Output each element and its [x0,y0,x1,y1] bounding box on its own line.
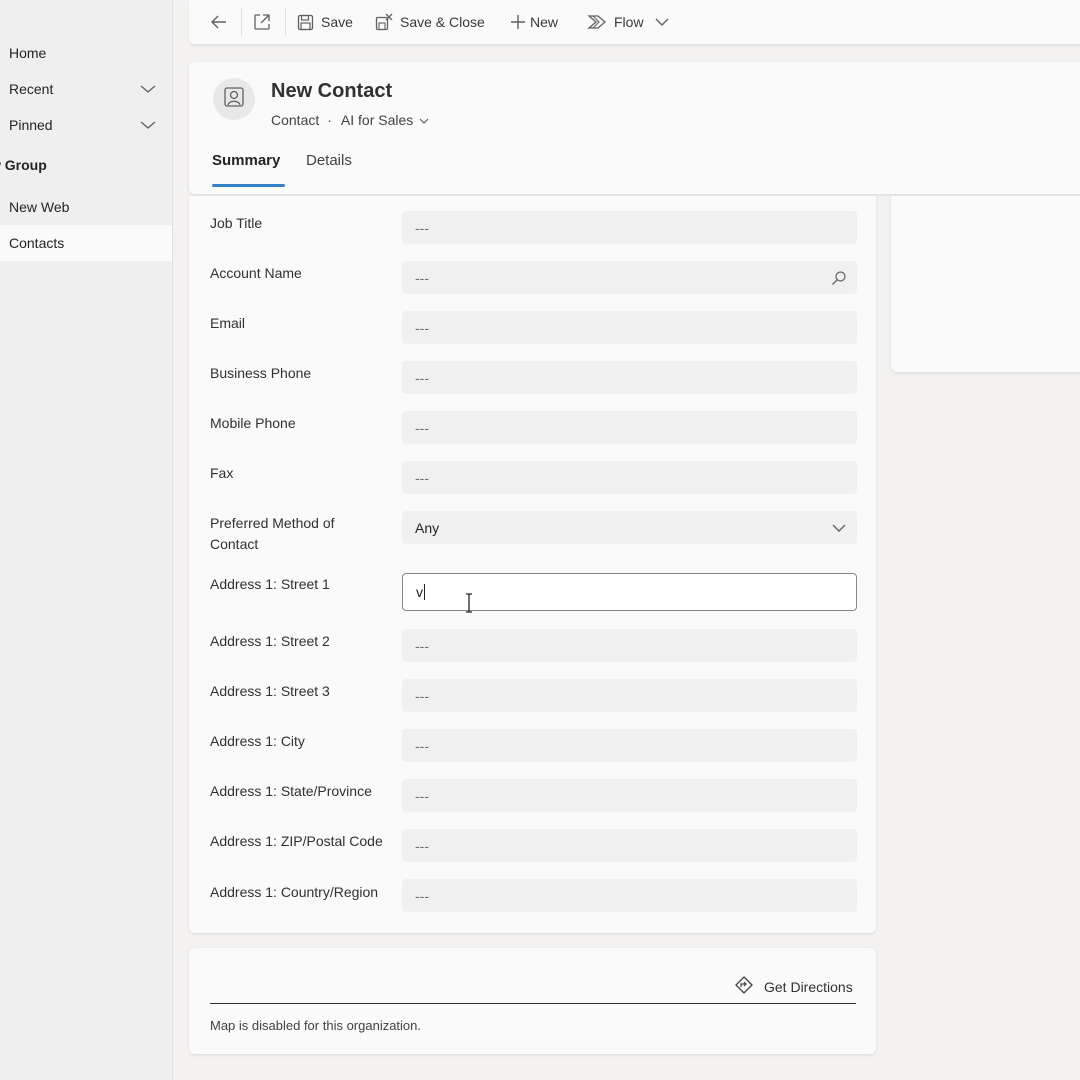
field-label-state: Address 1: State/Province [210,783,372,799]
back-button[interactable] [209,0,229,44]
record-header: New Contact Contact · AI for Sales Summa… [189,62,1080,194]
street-1-value: v [416,584,423,600]
map-disabled-message: Map is disabled for this organization. [210,1018,422,1033]
street-3-input[interactable]: --- [402,679,857,712]
nav-pinned[interactable]: Pinned [0,107,172,143]
toolbar-divider [241,8,242,36]
nav-home[interactable]: Home [0,35,172,71]
field-label-street-1: Address 1: Street 1 [210,576,330,592]
save-and-close-button[interactable]: Save & Close [375,0,485,44]
sidebar-item-label: Contacts [9,235,65,251]
nav-home-label: Home [9,45,47,61]
preferred-method-value: Any [415,519,440,536]
chevron-down-icon [831,521,847,538]
field-label-preferred-method: Preferred Method of Contact [210,515,335,552]
field-label-city: Address 1: City [210,733,305,749]
record-subtitle: Contact · AI for Sales [271,112,429,128]
chevron-down-icon[interactable] [138,117,158,136]
business-phone-field[interactable]: --- [402,361,857,394]
text-caret [424,584,425,600]
flow-dropdown-button[interactable] [654,0,670,44]
email-field[interactable]: --- [402,311,857,344]
sidebar: Home Recent Pinned w Group New Web Conta… [0,0,173,1080]
contact-form-section: Job Title --- Account Name --- Email ---… [189,196,876,933]
country-input[interactable]: --- [402,879,857,912]
street-2-input[interactable]: --- [402,629,857,662]
chevron-down-icon [654,15,670,29]
field-label-street-2: Address 1: Street 2 [210,633,330,649]
get-directions-label: Get Directions [764,978,853,995]
entity-name: Contact [271,112,320,128]
save-icon [297,14,314,31]
separator-dot: · [327,112,332,128]
form-selector-label: AI for Sales [340,112,414,128]
sidebar-item-label: New Web [9,199,70,215]
nav-group-heading: w Group [0,157,47,173]
field-label-fax: Fax [210,465,234,481]
zip-input[interactable]: --- [402,829,857,862]
toolbar-divider [285,8,286,36]
contact-card-icon [223,86,245,113]
flow-icon [587,13,607,31]
nav-pinned-label: Pinned [9,117,53,133]
open-in-new-window-button[interactable] [253,0,271,44]
field-label-email: Email [210,315,246,331]
chevron-down-icon[interactable] [138,81,158,100]
new-label: New [530,14,559,30]
street-1-input[interactable]: v [402,573,857,613]
nav-recent-label: Recent [9,81,54,97]
tab-details[interactable]: Details [306,152,352,169]
field-label-account-name: Account Name [210,265,302,281]
fax-field[interactable]: --- [402,461,857,494]
map-section: Get Directions Map is disabled for this … [189,948,876,1054]
contact-avatar [213,78,255,120]
state-input[interactable]: --- [402,779,857,812]
city-input[interactable]: --- [402,729,857,762]
field-label-zip: Address 1: ZIP/Postal Code [210,833,383,849]
mobile-phone-field[interactable]: --- [402,411,857,444]
text-cursor-icon [464,593,474,616]
field-label-country: Address 1: Country/Region [210,884,379,900]
field-label-business-phone: Business Phone [210,365,312,381]
popout-icon [253,13,271,31]
form-selector[interactable]: AI for Sales [341,112,429,128]
new-button[interactable]: New [509,0,558,44]
sidebar-item-new-web[interactable]: New Web [0,189,172,225]
job-title-input[interactable]: --- [402,211,857,244]
command-bar: Save Save & Close New Flow [189,0,1080,45]
save-button[interactable]: Save [297,0,353,44]
plus-icon [509,13,527,31]
flow-button[interactable]: Flow [587,0,644,44]
chevron-down-icon [419,112,429,128]
preferred-method-select[interactable]: Any [402,511,857,544]
save-close-label: Save & Close [400,14,485,30]
field-label-mobile-phone: Mobile Phone [210,415,296,431]
arrow-left-icon [209,12,229,32]
nav-recent[interactable]: Recent [0,71,172,107]
save-close-icon [375,13,393,31]
get-directions-button[interactable]: Get Directions [735,976,853,997]
flow-label: Flow [614,14,644,30]
search-icon[interactable] [831,270,847,289]
account-name-value: --- [415,269,429,286]
directions-icon [735,976,753,997]
side-panel-card [891,196,1080,372]
map-divider [210,1003,856,1004]
field-label-street-3: Address 1: Street 3 [210,683,330,699]
save-label: Save [321,14,353,30]
field-label-job-title: Job Title [210,215,263,231]
tab-summary[interactable]: Summary [212,152,280,169]
selected-tab-indicator [212,184,285,187]
sidebar-item-contacts[interactable]: Contacts [0,225,172,261]
account-name-lookup[interactable]: --- [402,261,857,294]
page-title: New Contact [271,80,393,102]
